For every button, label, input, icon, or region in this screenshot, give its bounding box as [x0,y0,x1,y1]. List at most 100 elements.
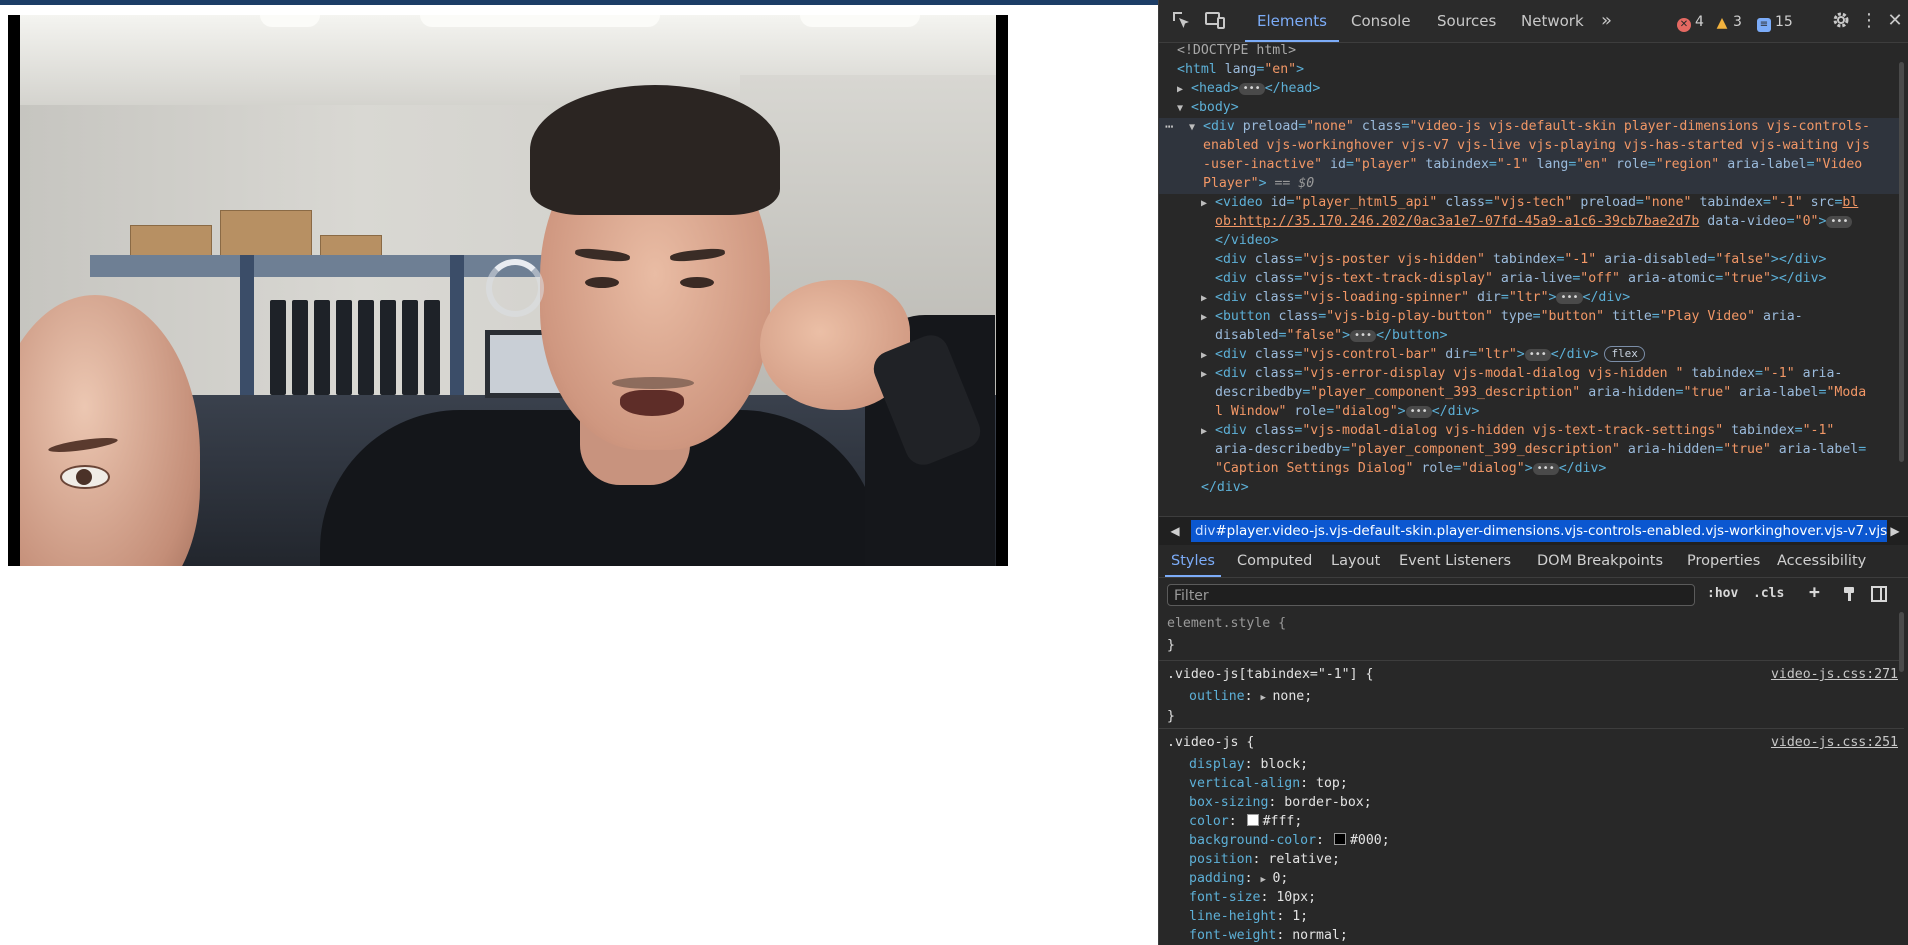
style-property[interactable]: font-weight: normal; [1189,926,1348,945]
dom-node-video[interactable]: ▶ <video id="player_html5_api" class="vjs… [1201,194,1858,214]
warnings-badge[interactable]: ▲ 3 [1715,12,1742,32]
video-player[interactable] [8,15,1008,566]
collapse-arrow-icon[interactable]: ▼ [1189,119,1203,138]
flex-badge[interactable]: flex [1604,346,1645,362]
style-rule-tabindex[interactable]: .video-js[tabindex="-1"] { video-js.css:… [1159,661,1904,729]
expand-arrow-icon[interactable]: ▶ [1260,689,1272,708]
subtab-styles[interactable]: Styles [1165,545,1221,577]
sidebar-toggle-icon[interactable] [1871,586,1887,606]
node-actions-icon[interactable]: ⋯ [1165,118,1173,137]
styles-pane: element.style { } .video-js[tabindex="-1… [1159,612,1904,945]
video-src-link[interactable]: ob:http://35.170.246.202/0ac3a1e7-07fd-4… [1215,214,1699,229]
subtab-computed[interactable]: Computed [1231,545,1318,575]
video-src-link[interactable]: bl [1842,195,1858,210]
tab-console[interactable]: Console [1339,0,1423,40]
rule-source-link[interactable]: video-js.css:271 [1771,665,1898,684]
expand-arrow-icon[interactable]: ▶ [1201,195,1215,214]
style-property[interactable]: font-size: 10px; [1189,888,1316,907]
expand-arrow-icon[interactable]: ▶ [1177,81,1191,100]
close-icon[interactable]: ✕ [1883,10,1907,32]
style-property[interactable]: color: #fff; [1189,812,1302,831]
dom-attr-value: "-1" [1496,157,1529,172]
breadcrumb-right-arrow-icon[interactable]: ▶ [1881,517,1908,545]
expand-arrow-icon[interactable]: ▶ [1201,423,1215,442]
style-property[interactable]: outline: ▶ none; [1189,687,1312,708]
color-swatch-black[interactable] [1333,833,1346,845]
paint-brush-icon[interactable] [1841,586,1857,606]
selected-node-marker: == $0 [1274,176,1315,191]
style-property[interactable]: background-color: #000; [1189,831,1390,850]
rule-source-link[interactable]: video-js.css:251 [1771,733,1898,752]
expand-arrow-icon[interactable]: ▶ [1201,309,1215,328]
tab-sources[interactable]: Sources [1425,0,1508,40]
collapsed-ellipsis-icon[interactable]: ••• [1524,349,1551,361]
collapsed-ellipsis-icon[interactable]: ••• [1405,406,1432,418]
tab-elements[interactable]: Elements [1245,0,1339,42]
styles-filter-input[interactable]: Filter [1167,584,1695,606]
collapsed-ellipsis-icon[interactable]: ••• [1826,216,1853,228]
breadcrumb-current-node[interactable]: div#player.video-js.vjs-default-skin.pla… [1191,520,1887,542]
style-property[interactable]: vertical-align: top; [1189,774,1348,793]
class-toggle[interactable]: .cls [1753,586,1784,601]
expand-arrow-icon[interactable]: ▶ [1201,347,1215,366]
property-name: line-height [1189,909,1277,924]
expand-arrow-icon[interactable]: ▶ [1201,366,1215,385]
subtab-properties[interactable]: Properties [1681,545,1766,575]
ceiling-light [260,15,320,27]
inspect-element-icon[interactable] [1169,10,1193,32]
dom-attr-value: "Play Video" [1659,309,1756,324]
dom-node-body[interactable]: ▼ <body> [1177,99,1239,119]
collapsed-ellipsis-icon[interactable]: ••• [1238,83,1265,95]
expand-arrow-icon[interactable]: ▶ [1201,290,1215,309]
dom-node-poster[interactable]: <div class="vjs-poster vjs-hidden" tabin… [1215,251,1826,270]
dom-attr: title [1612,309,1652,324]
person-left-head [20,295,200,566]
collapse-arrow-icon[interactable]: ▼ [1177,100,1191,119]
dom-node-video-close: </video> [1215,232,1279,251]
dom-node-html[interactable]: <html lang="en"> [1177,61,1304,80]
errors-badge[interactable]: ✕ 4 [1677,12,1704,32]
dom-node-doctype[interactable]: <!DOCTYPE html> [1177,42,1296,61]
breadcrumb-left-arrow-icon[interactable]: ◀ [1161,517,1189,545]
subtab-accessibility[interactable]: Accessibility [1771,545,1872,575]
dom-node-loading-spinner[interactable]: ▶ <div class="vjs-loading-spinner" dir="l… [1201,289,1630,309]
messages-badge[interactable]: ≡ 15 [1757,12,1793,32]
dom-tag: <div [1215,290,1255,305]
subtab-layout[interactable]: Layout [1325,545,1386,575]
dom-node-error-display[interactable]: ▶ <div class = "vjs-error-display vjs-modal… [1201,365,1842,385]
style-property[interactable]: position: relative; [1189,850,1340,869]
dom-node-player-close[interactable]: </div> [1201,479,1249,498]
dom-node-big-play-button[interactable]: ▶ <button class="vjs-big-play-button" typ… [1201,308,1803,328]
tab-network[interactable]: Network [1509,0,1596,40]
hover-state-toggle[interactable]: :hov [1707,586,1738,601]
more-tabs-icon[interactable]: » [1589,0,1624,40]
dom-attr: aria-label [1778,442,1859,457]
kebab-menu-icon[interactable]: ⋮ [1857,10,1881,32]
element-style-rule[interactable]: element.style { } [1159,612,1904,661]
settings-gear-icon[interactable] [1829,10,1853,32]
style-rule-video-js[interactable]: .video-js { video-js.css:251 display: bl… [1159,729,1904,945]
device-toolbar-icon[interactable] [1203,10,1227,32]
collapsed-ellipsis-icon[interactable]: ••• [1532,463,1559,475]
dom-attr-value: "none" [1643,195,1692,210]
dom-tag: > [1296,62,1305,77]
style-property[interactable]: line-height: 1; [1189,907,1308,926]
new-style-rule-icon[interactable]: + [1809,582,1820,603]
collapsed-ellipsis-icon[interactable]: ••• [1556,292,1583,304]
person-right-mouth [620,390,684,416]
style-property[interactable]: padding: ▶ 0; [1189,869,1288,890]
subtab-dom-breakpoints[interactable]: DOM Breakpoints [1531,545,1669,575]
color-swatch-white[interactable] [1246,814,1259,826]
style-property[interactable]: box-sizing: border-box; [1189,793,1372,812]
styles-scrollbar[interactable] [1899,612,1904,672]
dom-node-control-bar[interactable]: ▶ <div class="vjs-control-bar" dir="ltr">… [1201,346,1645,366]
collapsed-ellipsis-icon[interactable]: ••• [1350,330,1377,342]
dom-node-modal-dialog[interactable]: ▶ <div class = "vjs-modal-dialog vjs-hidden… [1201,422,1834,442]
dom-attr-value: -user-inactive" [1203,157,1323,172]
dom-node-head[interactable]: ▶ <head> ••• </head> [1177,80,1320,100]
dom-node-text-track[interactable]: <div class="vjs-text-track-display" aria… [1215,270,1826,289]
style-property[interactable]: display: block; [1189,755,1308,774]
dom-tree-scrollbar[interactable] [1899,62,1904,462]
dom-attr: data-video [1707,214,1787,229]
subtab-event-listeners[interactable]: Event Listeners [1393,545,1517,575]
